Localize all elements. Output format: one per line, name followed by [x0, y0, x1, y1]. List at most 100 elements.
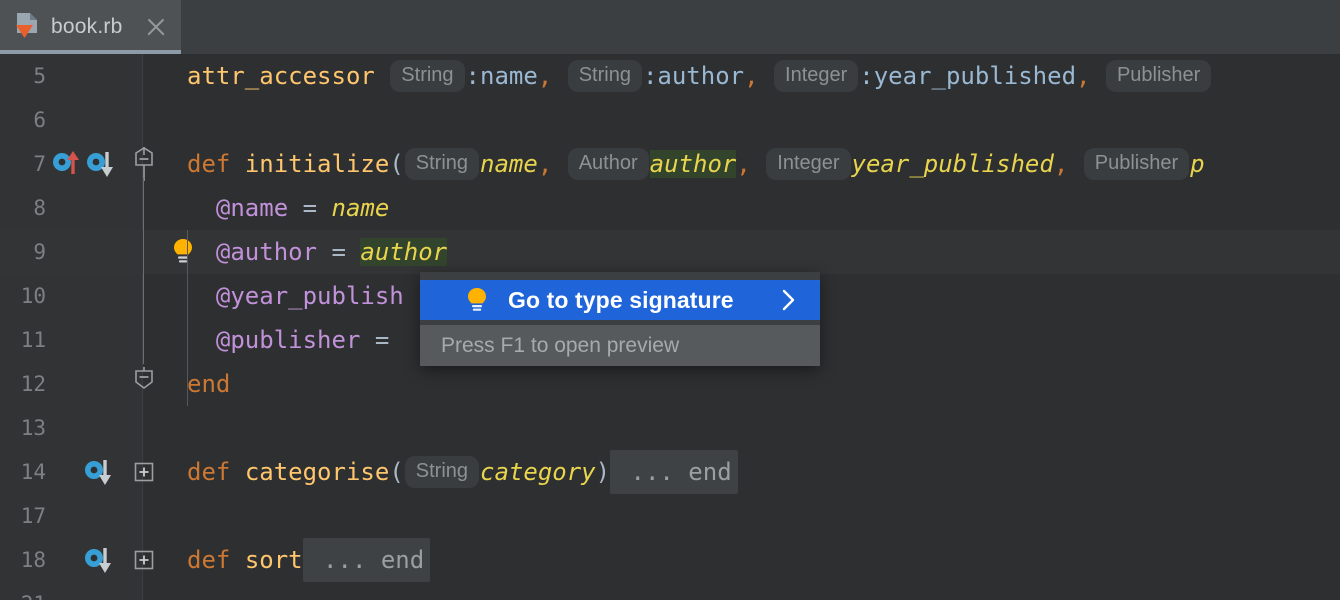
code-line[interactable]: 12end	[0, 362, 1340, 406]
token-comma: ,	[744, 62, 758, 90]
token-keyword: def	[187, 150, 230, 178]
token-space	[346, 238, 360, 266]
line-number: 9	[0, 230, 46, 274]
token-ivar: @publisher	[216, 326, 361, 354]
line-number: 11	[0, 318, 46, 362]
token-ivar: @author	[216, 238, 317, 266]
implementing-down-icon[interactable]	[84, 456, 114, 488]
code-line[interactable]: 13	[0, 406, 1340, 450]
token-punct: )	[596, 458, 610, 486]
code-line[interactable]: 5attr_accessor String:name, String:autho…	[0, 54, 1340, 98]
token-ivar: @year_publish	[216, 282, 404, 310]
fold-marker-top[interactable]	[133, 147, 155, 185]
intention-bulb-icon	[465, 287, 489, 313]
line-number: 14	[0, 450, 46, 494]
code-line[interactable]: 9 @author = author	[0, 230, 1340, 274]
folded-code-region[interactable]: ... end	[303, 538, 431, 582]
token-space	[375, 62, 389, 90]
editor-tab-book-rb[interactable]: book.rb	[0, 0, 181, 54]
code-text[interactable]: @publisher =	[187, 318, 389, 362]
line-number: 10	[0, 274, 46, 318]
implementing-down-icon[interactable]	[86, 148, 116, 180]
inlay-type-hint[interactable]: String	[390, 60, 464, 92]
indent-guide	[187, 230, 188, 406]
code-line[interactable]: 7 def initialize(Stringname, Authorauthor…	[0, 142, 1340, 186]
inlay-type-hint[interactable]: Publisher	[1084, 148, 1189, 180]
implementing-down-icon[interactable]	[84, 544, 114, 576]
token-space	[187, 282, 216, 310]
token-symbol: :year_published	[859, 62, 1076, 90]
fold-marker-collapsed[interactable]	[133, 549, 155, 575]
token-space	[317, 194, 331, 222]
token-space	[1068, 150, 1082, 178]
code-line[interactable]: 21	[0, 582, 1340, 600]
token-space	[230, 546, 244, 574]
code-line[interactable]: 6	[0, 98, 1340, 142]
code-line[interactable]: 14 def categorise(Stringcategory) ... end	[0, 450, 1340, 494]
token-space	[317, 238, 331, 266]
inlay-type-hint[interactable]: Publisher	[1106, 60, 1211, 92]
code-line[interactable]: 18 def sort ... end	[0, 538, 1340, 582]
code-text[interactable]: end	[187, 362, 230, 406]
token-param: category	[480, 458, 596, 486]
token-keyword: def	[187, 458, 230, 486]
fold-marker-bottom[interactable]	[133, 367, 155, 405]
code-text[interactable]: def sort ... end	[187, 538, 430, 582]
token-comma: ,	[1076, 62, 1090, 90]
line-number: 18	[0, 538, 46, 582]
token-method_name: categorise	[245, 458, 390, 486]
token-space	[187, 326, 216, 354]
line-number: 8	[0, 186, 46, 230]
intention-actions-popup[interactable]: Go to type signature Press F1 to open pr…	[420, 272, 820, 366]
inlay-type-hint[interactable]: Integer	[766, 148, 850, 180]
line-number: 6	[0, 98, 46, 142]
inlay-type-hint[interactable]: String	[568, 60, 642, 92]
code-text[interactable]: def initialize(Stringname, Authorauthor,…	[187, 142, 1205, 186]
code-text[interactable]: @year_publish	[187, 274, 404, 318]
token-keyword: def	[187, 546, 230, 574]
code-line[interactable]: 17	[0, 494, 1340, 538]
line-number: 7	[0, 142, 46, 186]
token-operator: =	[375, 326, 389, 354]
code-text[interactable]: @author = author	[187, 230, 447, 274]
token-space	[187, 238, 216, 266]
inlay-type-hint[interactable]: Author	[568, 148, 649, 180]
fold-marker-collapsed[interactable]	[133, 461, 155, 487]
token-method_name: sort	[245, 546, 303, 574]
token-param: name	[332, 194, 390, 222]
chevron-right-icon[interactable]	[782, 288, 796, 312]
inlay-type-hint[interactable]: String	[405, 456, 479, 488]
inlay-type-hint[interactable]: String	[405, 148, 479, 180]
token-operator: =	[332, 238, 346, 266]
implemented-up-icon[interactable]	[52, 148, 82, 180]
ruby-file-icon	[14, 12, 40, 42]
code-line[interactable]: 8 @name = name	[0, 186, 1340, 230]
token-keyword: end	[187, 370, 230, 398]
token-method_name: initialize	[245, 150, 390, 178]
highlighted-identifier: author	[650, 150, 737, 178]
token-space	[1090, 62, 1104, 90]
token-param: year_published	[852, 150, 1054, 178]
token-space	[360, 326, 374, 354]
code-text[interactable]: def categorise(Stringcategory) ... end	[187, 450, 738, 494]
line-number: 13	[0, 406, 46, 450]
line-number: 21	[0, 582, 46, 600]
line-number: 17	[0, 494, 46, 538]
token-space	[552, 62, 566, 90]
popup-preview-hint: Press F1 to open preview	[420, 325, 820, 366]
token-space	[759, 62, 773, 90]
code-text[interactable]: @name = name	[187, 186, 389, 230]
token-space	[230, 458, 244, 486]
inlay-type-hint[interactable]: Integer	[774, 60, 858, 92]
token-space	[187, 194, 216, 222]
token-comma: ,	[736, 150, 750, 178]
popup-item-label: Go to type signature	[508, 287, 734, 314]
folded-code-region[interactable]: ... end	[610, 450, 738, 494]
token-punct: (	[389, 150, 403, 178]
token-punct: (	[389, 458, 403, 486]
ide-window: book.rb 5attr_accessor String:name, Stri…	[0, 0, 1340, 600]
token-space	[230, 150, 244, 178]
code-text[interactable]: attr_accessor String:name, String:author…	[187, 54, 1212, 98]
popup-item-go-to-type-signature[interactable]: Go to type signature	[420, 280, 820, 320]
close-icon[interactable]	[145, 16, 167, 38]
